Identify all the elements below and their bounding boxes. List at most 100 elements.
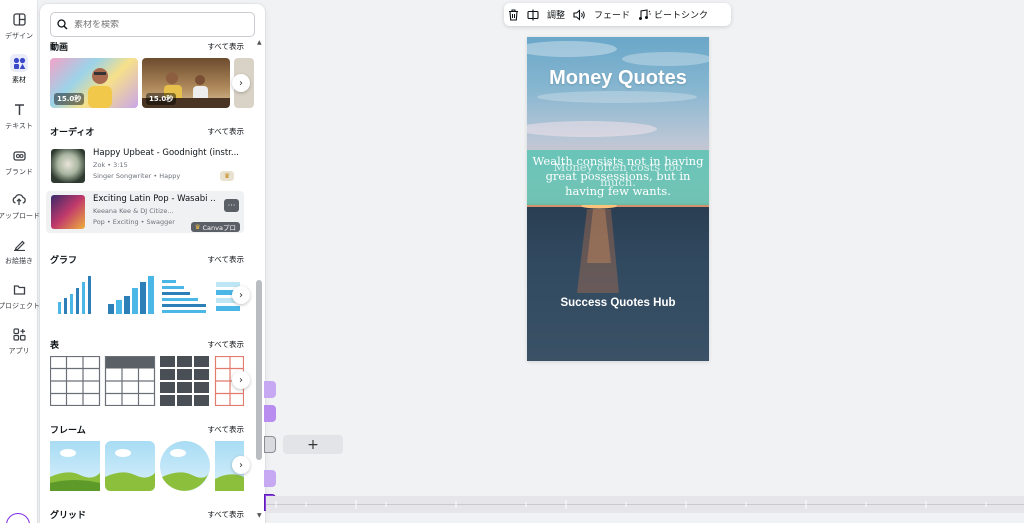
audio-title: Exciting Latin Pop - Wasabi ... bbox=[93, 194, 215, 204]
split-icon bbox=[527, 9, 539, 20]
video-duration: 15.0秒 bbox=[54, 93, 85, 105]
section-tables-header: 表 すべて表示 bbox=[50, 338, 244, 351]
panel-scrollbar[interactable] bbox=[256, 280, 262, 460]
sidebar-item-brand[interactable]: ブランド bbox=[0, 146, 38, 177]
chevron-right-icon: › bbox=[239, 459, 243, 471]
video-duration: 15.0秒 bbox=[146, 93, 177, 105]
add-page-button[interactable]: + bbox=[283, 435, 343, 454]
canvas-quote-primary[interactable]: Wealth consists not in having great poss… bbox=[527, 154, 709, 199]
section-graphs-header: グラフ すべて表示 bbox=[50, 253, 244, 266]
audio-track[interactable]: Happy Upbeat - Goodnight (instr... Zok •… bbox=[46, 145, 244, 187]
search-icon bbox=[57, 19, 68, 30]
section-audio-header: オーディオ すべて表示 bbox=[50, 125, 244, 138]
timeline-clip-handle[interactable] bbox=[264, 381, 276, 398]
scroll-right-button[interactable]: › bbox=[232, 286, 250, 304]
sidebar-item-label: テキスト bbox=[5, 122, 33, 130]
sidebar-item-label: 素材 bbox=[12, 76, 26, 84]
section-title: 表 bbox=[50, 341, 60, 351]
elements-panel: 動画 すべて表示 15.0秒 15.0秒 › オーディオ すべて表示 Happy… bbox=[40, 4, 265, 523]
scroll-right-button[interactable]: › bbox=[232, 456, 250, 474]
volume-icon bbox=[573, 8, 585, 21]
see-all-link[interactable]: すべて表示 bbox=[207, 339, 244, 350]
fade-button[interactable]: フェード bbox=[590, 3, 634, 26]
trash-icon bbox=[509, 8, 518, 21]
fade-label: フェード bbox=[594, 11, 631, 21]
see-all-link[interactable]: すべて表示 bbox=[207, 509, 244, 520]
volume-button[interactable] bbox=[569, 3, 590, 26]
scroll-up-icon[interactable]: ▲ bbox=[257, 39, 262, 46]
table-thumbnail-dark bbox=[160, 356, 209, 406]
sunset-reflection bbox=[527, 203, 709, 293]
sidebar-item-label: アプリ bbox=[8, 347, 30, 355]
section-title: グリッド bbox=[50, 511, 87, 521]
section-frames-header: フレーム すべて表示 bbox=[50, 423, 244, 436]
audio-tags: Pop • Exciting • Swagger bbox=[93, 218, 175, 226]
search-box[interactable] bbox=[50, 12, 255, 37]
beat-sync-icon bbox=[639, 8, 651, 20]
see-all-link[interactable]: すべて表示 bbox=[207, 254, 244, 265]
audio-cover-image bbox=[51, 149, 85, 183]
plus-icon: + bbox=[307, 436, 319, 453]
search-input[interactable] bbox=[74, 19, 244, 30]
bar-chart-thumbnail bbox=[58, 276, 91, 314]
timeline-clip-handle[interactable] bbox=[264, 405, 276, 422]
see-all-link[interactable]: すべて表示 bbox=[207, 126, 244, 137]
draw-icon bbox=[10, 235, 28, 253]
table-thumbnails[interactable] bbox=[50, 356, 244, 406]
scroll-down-icon[interactable]: ▼ bbox=[257, 512, 262, 519]
canvas-brand[interactable]: Success Quotes Hub bbox=[527, 297, 709, 309]
crown-icon: ♛ bbox=[194, 223, 201, 231]
column-chart-thumbnail bbox=[108, 276, 154, 314]
sidebar-item-apps[interactable]: アプリ bbox=[0, 325, 38, 356]
beat-sync-label: ビートシンク bbox=[654, 11, 709, 21]
see-all-link[interactable]: すべて表示 bbox=[207, 424, 244, 435]
sidebar-item-draw[interactable]: お絵描き bbox=[0, 235, 38, 266]
canvas-title[interactable]: Money Quotes bbox=[527, 67, 709, 90]
frame-thumbnails[interactable] bbox=[50, 441, 244, 491]
audio-title: Happy Upbeat - Goodnight (instr... bbox=[93, 148, 238, 158]
section-title: グラフ bbox=[50, 256, 78, 266]
folder-icon bbox=[10, 280, 28, 298]
video-thumbnail[interactable]: 15.0秒 bbox=[50, 58, 138, 108]
audio-artist: Keeana Kee & DJ Citize... bbox=[93, 207, 174, 215]
sidebar-item-label: デザイン bbox=[5, 32, 33, 40]
scroll-right-button[interactable]: › bbox=[232, 371, 250, 389]
more-options-button[interactable]: ··· bbox=[224, 199, 239, 212]
brand-icon bbox=[10, 146, 28, 164]
graph-thumbnails[interactable] bbox=[52, 274, 242, 316]
pro-badge-label: Canvaプロ bbox=[202, 224, 236, 232]
adjust-button[interactable]: 調整 bbox=[543, 3, 569, 26]
sidebar-item-elements[interactable]: 素材 bbox=[0, 54, 38, 85]
layout-icon bbox=[10, 10, 28, 28]
table-thumbnail-header bbox=[104, 356, 156, 406]
audio-cover-image bbox=[51, 195, 85, 229]
sidebar-item-uploads[interactable]: アップロード bbox=[0, 190, 40, 221]
split-button[interactable] bbox=[523, 3, 543, 26]
see-all-link[interactable]: すべて表示 bbox=[207, 41, 244, 52]
timeline-clip-handle[interactable] bbox=[264, 470, 276, 487]
audio-track[interactable]: Exciting Latin Pop - Wasabi ... Keeana K… bbox=[46, 191, 244, 233]
delete-button[interactable] bbox=[504, 3, 523, 26]
design-canvas[interactable]: Money Quotes Money often costs too much.… bbox=[527, 37, 709, 361]
beat-sync-button[interactable]: ビートシンク bbox=[634, 3, 712, 26]
sidebar-item-projects[interactable]: プロジェクト bbox=[0, 280, 40, 311]
sidebar-item-label: お絵描き bbox=[5, 257, 33, 265]
audio-waveform[interactable] bbox=[266, 496, 1024, 513]
scroll-right-button[interactable]: › bbox=[232, 74, 250, 92]
audio-tags: Singer Songwriter • Happy bbox=[93, 172, 181, 180]
timeline-page-thumbnail[interactable] bbox=[264, 436, 276, 453]
video-thumbnail[interactable]: 15.0秒 bbox=[142, 58, 230, 108]
sidebar-item-design[interactable]: デザイン bbox=[0, 10, 38, 41]
crown-icon: ♛ bbox=[220, 171, 234, 181]
sidebar-item-label: アップロード bbox=[0, 212, 40, 220]
sidebar-item-label: プロジェクト bbox=[0, 302, 40, 310]
frame-thumbnail-rounded bbox=[105, 441, 155, 491]
elements-icon bbox=[10, 54, 28, 72]
text-icon bbox=[10, 100, 28, 118]
section-title: オーディオ bbox=[50, 128, 95, 138]
adjust-label: 調整 bbox=[547, 11, 566, 21]
avatar[interactable] bbox=[6, 513, 30, 523]
sidebar-item-label: ブランド bbox=[5, 168, 33, 176]
sidebar-item-text[interactable]: テキスト bbox=[0, 100, 38, 131]
waveform-graphic bbox=[266, 500, 1024, 509]
